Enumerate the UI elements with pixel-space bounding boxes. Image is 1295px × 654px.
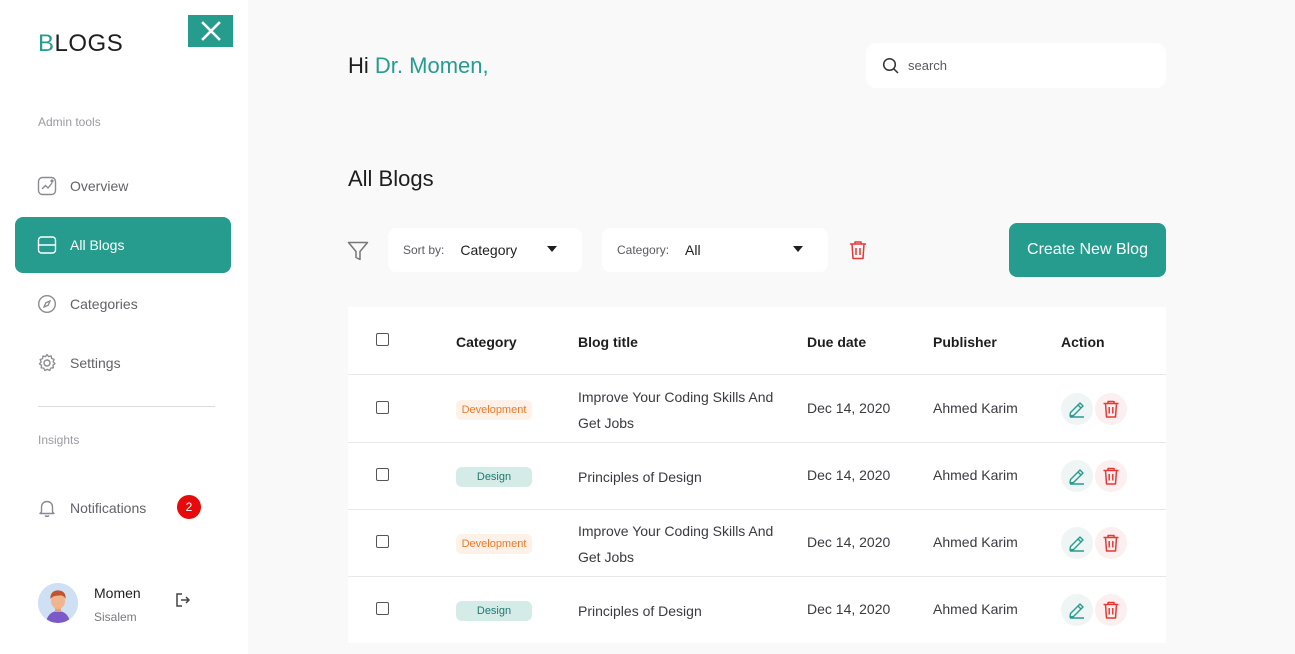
sidebar-item-all-blogs[interactable]: All Blogs (15, 217, 231, 273)
pencil-icon (1069, 469, 1084, 485)
delete-selected-button[interactable] (847, 239, 869, 261)
sidebar-item-label: Settings (70, 355, 121, 371)
delete-button[interactable] (1095, 594, 1127, 626)
blog-title: Principles of Design (578, 603, 702, 619)
category-badge: Design (456, 601, 532, 621)
edit-button[interactable] (1061, 460, 1093, 492)
table-header: Category Blog title Due date Publisher A… (348, 307, 1166, 375)
row-checkbox[interactable] (376, 602, 389, 615)
pencil-icon (1069, 536, 1084, 552)
table-row[interactable]: Design Principles of Design Dec 14, 2020… (348, 577, 1166, 644)
select-all-checkbox[interactable] (376, 333, 389, 346)
logout-icon (176, 593, 191, 607)
pencil-icon (1069, 402, 1084, 418)
pencil-icon (1069, 603, 1084, 619)
notification-count-badge: 2 (177, 495, 201, 519)
sidebar-item-label: All Blogs (70, 237, 125, 253)
blogs-table: Category Blog title Due date Publisher A… (348, 307, 1166, 643)
sidebar-item-overview[interactable]: Overview (15, 158, 231, 214)
sidebar-divider (38, 406, 215, 407)
sidebar-item-label: Categories (70, 296, 138, 312)
trash-icon (850, 241, 866, 260)
table-row[interactable]: Development Improve Your Coding Skills A… (348, 376, 1166, 443)
category-badge: Development (456, 534, 532, 554)
avatar (38, 583, 78, 623)
user-last-name: Sisalem (94, 610, 137, 624)
search-icon (882, 57, 899, 74)
delete-button[interactable] (1095, 460, 1127, 492)
publisher: Ahmed Karim (933, 467, 1018, 483)
filter-icon (347, 241, 369, 261)
sort-by-value: Category (460, 242, 518, 258)
bell-icon (37, 498, 57, 518)
sort-by-select[interactable]: Sort by: Category (388, 228, 582, 272)
publisher: Ahmed Karim (933, 534, 1018, 550)
sidebar-item-categories[interactable]: Categories (15, 276, 231, 332)
edit-button[interactable] (1061, 594, 1093, 626)
greeting: Hi Dr. Momen, (348, 53, 489, 78)
blog-title: Improve Your Coding Skills And Get Jobs (578, 523, 774, 565)
logout-button[interactable] (173, 590, 193, 610)
section-label-insights: Insights (38, 433, 80, 447)
column-header-publisher: Publisher (933, 334, 997, 350)
create-new-blog-button[interactable]: Create New Blog (1009, 223, 1166, 277)
category-value: All (685, 242, 701, 258)
blog-title: Improve Your Coding Skills And Get Jobs (578, 389, 774, 431)
user-first-name: Momen (94, 585, 141, 601)
trash-icon (1103, 534, 1119, 552)
table-row[interactable]: Design Principles of Design Dec 14, 2020… (348, 443, 1166, 510)
filter-button[interactable] (346, 239, 370, 263)
blog-title: Principles of Design (578, 469, 702, 485)
due-date: Dec 14, 2020 (807, 601, 891, 617)
search-input[interactable] (908, 58, 1148, 73)
row-checkbox[interactable] (376, 535, 389, 548)
publisher: Ahmed Karim (933, 400, 1018, 416)
trash-icon (1103, 601, 1119, 619)
row-checkbox[interactable] (376, 401, 389, 414)
delete-button[interactable] (1095, 527, 1127, 559)
due-date: Dec 14, 2020 (807, 400, 891, 416)
sidebar-item-label: Notifications (70, 500, 147, 516)
column-header-blog-title: Blog title (578, 334, 638, 350)
trash-icon (1103, 467, 1119, 485)
publisher: Ahmed Karim (933, 601, 1018, 617)
column-header-category: Category (456, 334, 517, 350)
category-badge: Development (456, 400, 532, 420)
table-row[interactable]: Development Improve Your Coding Skills A… (348, 510, 1166, 577)
page-title: All Blogs (348, 166, 434, 191)
sidebar-item-label: Overview (70, 178, 129, 194)
edit-button[interactable] (1061, 527, 1093, 559)
search-box[interactable] (866, 43, 1166, 88)
category-badge: Design (456, 467, 532, 487)
chevron-down-icon (547, 246, 557, 252)
close-icon (200, 21, 221, 41)
due-date: Dec 14, 2020 (807, 534, 891, 550)
chevron-down-icon (793, 246, 803, 252)
trash-icon (1103, 400, 1119, 418)
chart-icon (37, 176, 57, 196)
category-select[interactable]: Category: All (602, 228, 828, 272)
user-profile[interactable]: Momen Sisalem (38, 583, 141, 624)
column-header-due-date: Due date (807, 334, 867, 350)
gear-icon (37, 353, 57, 373)
due-date: Dec 14, 2020 (807, 467, 891, 483)
column-header-action: Action (1061, 334, 1105, 350)
sidebar-item-settings[interactable]: Settings (15, 335, 231, 391)
sort-by-label: Sort by: (403, 243, 445, 257)
delete-button[interactable] (1095, 393, 1127, 425)
row-checkbox[interactable] (376, 468, 389, 481)
blogs-icon (37, 235, 57, 255)
compass-icon (37, 294, 57, 314)
edit-button[interactable] (1061, 393, 1093, 425)
section-label-admin-tools: Admin tools (38, 115, 101, 129)
sidebar: BLOGS Admin tools Overview All Blogs Cat… (0, 0, 248, 654)
app-logo: BLOGS (38, 30, 124, 57)
category-label: Category: (617, 243, 670, 257)
close-sidebar-button[interactable] (188, 15, 233, 47)
